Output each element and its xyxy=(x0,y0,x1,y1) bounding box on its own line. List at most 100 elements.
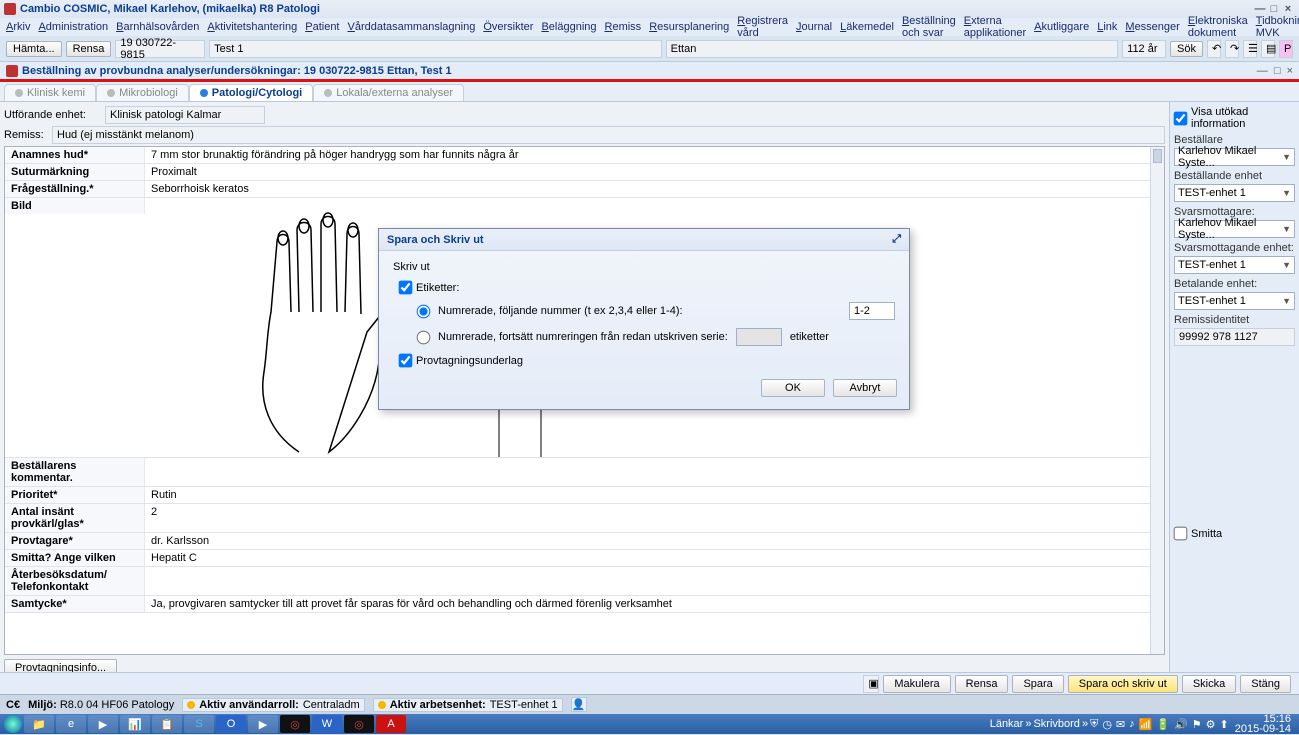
menu-item[interactable]: Registrera vård xyxy=(737,15,788,39)
window-controls[interactable]: —□× xyxy=(1253,3,1295,15)
numrerade-foljande-input[interactable] xyxy=(849,302,895,320)
tb-icon-4[interactable]: ▤ xyxy=(1261,40,1275,58)
ie-icon[interactable]: e xyxy=(56,715,86,733)
betalande-enhet-label: Betalande enhet: xyxy=(1174,278,1295,290)
menu-item[interactable]: Vårddatasammanslagning xyxy=(348,21,476,33)
menu-item[interactable]: Remiss xyxy=(605,21,642,33)
word-icon[interactable]: W xyxy=(312,715,342,733)
grid-scrollbar[interactable] xyxy=(1150,147,1164,654)
numrerade-fortsatt-radio[interactable] xyxy=(417,330,431,344)
smitta-checkbox[interactable] xyxy=(1174,527,1188,541)
explorer-icon[interactable]: 📁 xyxy=(24,715,54,733)
grid-row-value[interactable]: 2 xyxy=(145,504,1164,532)
grid-row-value[interactable]: Rutin xyxy=(145,487,1164,503)
menu-item[interactable]: Administration xyxy=(38,21,108,33)
tb-app-1[interactable]: 📊 xyxy=(120,715,150,733)
stang-button[interactable]: Stäng xyxy=(1240,675,1291,693)
menubar[interactable]: Arkiv Administration Barnhälsovården Aktivi… xyxy=(0,18,1299,36)
dialog-ok-button[interactable]: OK xyxy=(761,379,825,397)
taskbar-clock[interactable]: 15:16 2015-09-14 xyxy=(1231,714,1295,734)
utforande-enhet-value[interactable]: Klinisk patologi Kalmar xyxy=(105,106,265,124)
skicka-button[interactable]: Skicka xyxy=(1182,675,1236,693)
personnummer-field: 19 030722-9815 xyxy=(115,40,205,58)
provtagningsunderlag-checkbox[interactable] xyxy=(399,354,413,368)
numrerade-foljande-radio[interactable] xyxy=(417,304,431,318)
right-pane: Visa utökad information Beställare Karle… xyxy=(1169,102,1299,696)
grid-row-value[interactable]: Proximalt xyxy=(145,164,1164,180)
windows-taskbar[interactable]: 📁 e ▶ 📊 📋 S O ▶ ◎ W ◎ A Länkar » Skrivbo… xyxy=(0,714,1299,734)
grid-row-value[interactable]: Hepatit C xyxy=(145,550,1164,566)
pdf-icon[interactable]: A xyxy=(376,715,406,733)
menu-item[interactable]: Patient xyxy=(305,21,339,33)
menu-item[interactable]: Läkemedel xyxy=(840,21,894,33)
grid-row-value[interactable]: 7 mm stor brunaktig förändring på höger … xyxy=(145,147,1164,163)
grid-row: Frågeställning.*Seborrhoisk keratos xyxy=(5,181,1164,198)
makulera-button[interactable]: Makulera xyxy=(883,675,950,693)
sub-window-controls[interactable]: — □ × xyxy=(1257,65,1293,77)
menu-item[interactable]: Akutliggare xyxy=(1034,21,1089,33)
menu-item[interactable]: Beläggning xyxy=(541,21,596,33)
order-tabs[interactable]: Klinisk kemiMikrobiologiPatologi/Cytolog… xyxy=(0,82,1299,102)
etiketter-suffix: etiketter xyxy=(790,331,829,343)
svarsmottagande-enhet-dropdown[interactable]: TEST-enhet 1▼ xyxy=(1174,256,1295,274)
skype-icon[interactable]: S xyxy=(184,715,214,733)
menu-item[interactable]: Resursplanering xyxy=(649,21,729,33)
grid-row-value[interactable]: Seborrhoisk keratos xyxy=(145,181,1164,197)
grid-row-value[interactable]: dr. Karlsson xyxy=(145,533,1164,549)
etiketter-checkbox[interactable] xyxy=(399,281,413,295)
menu-item[interactable]: Tidbokning MVK xyxy=(1256,15,1299,39)
tb-icon-1[interactable]: ↶ xyxy=(1207,40,1221,58)
menu-item[interactable]: Arkiv xyxy=(6,21,30,33)
tb-icon-3[interactable]: ☰ xyxy=(1243,40,1257,58)
menu-item[interactable]: Journal xyxy=(796,21,832,33)
tab-klinisk-kemi[interactable]: Klinisk kemi xyxy=(4,84,96,101)
rensa-button[interactable]: Rensa xyxy=(66,41,112,57)
spara-skrivut-button[interactable]: Spara och skriv ut xyxy=(1068,675,1178,693)
action-icon[interactable]: ▣ xyxy=(863,675,879,693)
hamta-button[interactable]: Hämta... xyxy=(6,41,62,57)
system-tray[interactable]: ⛨◷✉♪📶🔋🔊⚑⚙⬆ xyxy=(1090,718,1229,731)
aktiv-roll-pill[interactable]: Aktiv användarroll: Centraladm xyxy=(182,698,365,712)
outlook-icon[interactable]: O xyxy=(216,715,246,733)
grid-row-value[interactable]: Ja, provgivaren samtycker till att prove… xyxy=(145,596,1164,612)
menu-item[interactable]: Aktivitetshantering xyxy=(207,21,297,33)
spara-skrivut-dialog: Spara och Skriv ut ⤢ Skriv ut Etiketter:… xyxy=(378,228,910,410)
spara-button[interactable]: Spara xyxy=(1012,675,1063,693)
menu-item[interactable]: Messenger xyxy=(1125,21,1179,33)
visa-utokad-checkbox[interactable] xyxy=(1174,111,1188,125)
menu-item[interactable]: Översikter xyxy=(483,21,533,33)
sok-button[interactable]: Sök xyxy=(1170,41,1203,57)
tab-lokala-externa-analyser[interactable]: Lokala/externa analyser xyxy=(313,84,464,101)
tb-links[interactable]: Länkar xyxy=(990,718,1024,730)
menu-item[interactable]: Elektroniska dokument xyxy=(1188,15,1248,39)
menu-item[interactable]: Link xyxy=(1097,21,1117,33)
betalande-enhet-dropdown[interactable]: TEST-enhet 1▼ xyxy=(1174,292,1295,310)
dialog-avbryt-button[interactable]: Avbryt xyxy=(833,379,897,397)
bestallare-dropdown[interactable]: Karlehov Mikael Syste...▼ xyxy=(1174,148,1295,166)
user-icon[interactable]: 👤 xyxy=(571,697,587,712)
menu-item[interactable]: Beställning och svar xyxy=(902,15,956,39)
tab-patologi-cytologi[interactable]: Patologi/Cytologi xyxy=(189,84,313,101)
dialog-close-icon[interactable]: ⤢ xyxy=(892,233,901,246)
tb-icon-p[interactable]: P xyxy=(1279,40,1293,58)
start-button[interactable] xyxy=(4,715,22,733)
smitta-label: Smitta xyxy=(1191,528,1222,540)
svarsmottagare-dropdown[interactable]: Karlehov Mikael Syste...▼ xyxy=(1174,220,1295,238)
aktiv-arbetsenhet-pill[interactable]: Aktiv arbetsenhet: TEST-enhet 1 xyxy=(373,698,563,712)
menu-item[interactable]: Barnhälsovården xyxy=(116,21,199,33)
tab-mikrobiologi[interactable]: Mikrobiologi xyxy=(96,84,189,101)
tb-icon-2[interactable]: ↷ xyxy=(1225,40,1239,58)
grid-row-value[interactable] xyxy=(145,567,1164,595)
tb-desktop[interactable]: Skrivbord xyxy=(1033,718,1079,730)
remiss-value[interactable]: Hud (ej misstänkt melanom) xyxy=(52,126,1165,144)
rensa-form-button[interactable]: Rensa xyxy=(955,675,1009,693)
media-icon[interactable]: ▶ xyxy=(88,715,118,733)
grid-row-value[interactable] xyxy=(145,458,1164,486)
cosmic-icon-1[interactable]: ◎ xyxy=(280,715,310,733)
tb-app-2[interactable]: 📋 xyxy=(152,715,182,733)
bestallande-enhet-dropdown[interactable]: TEST-enhet 1▼ xyxy=(1174,184,1295,202)
grid-row: Smitta? Ange vilkenHepatit C xyxy=(5,550,1164,567)
cosmic-icon-2[interactable]: ◎ xyxy=(344,715,374,733)
tb-app-3[interactable]: ▶ xyxy=(248,715,278,733)
menu-item[interactable]: Externa applikationer xyxy=(964,15,1026,39)
